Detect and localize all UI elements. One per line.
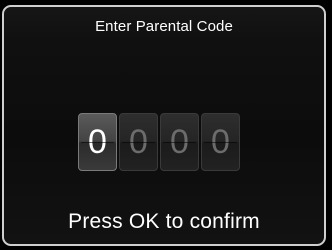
code-digit-group: 0 0 0 0 [78,113,240,171]
code-digit-3[interactable]: 0 [160,113,199,171]
dialog-title: Enter Parental Code [95,18,233,35]
code-digit-2[interactable]: 0 [119,113,158,171]
confirm-hint: Press OK to confirm [68,210,260,233]
code-digit-4[interactable]: 0 [201,113,240,171]
parental-code-dialog: Enter Parental Code 0 0 0 0 Press OK to … [2,5,326,246]
code-digit-1[interactable]: 0 [78,113,117,171]
